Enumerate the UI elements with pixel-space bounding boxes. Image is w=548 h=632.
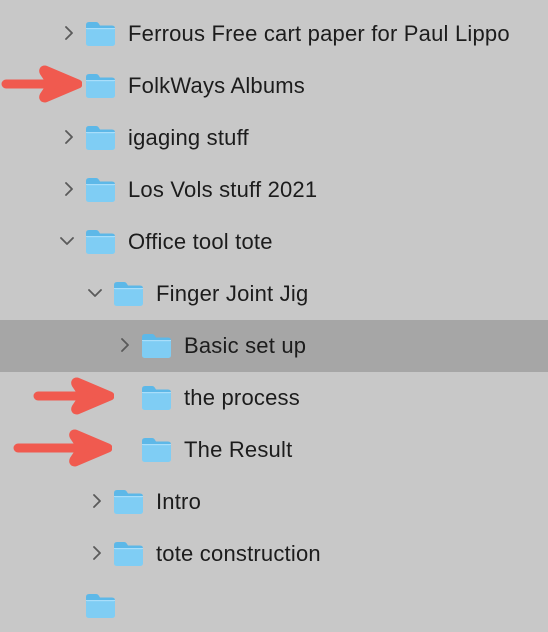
- folder-icon: [113, 489, 144, 515]
- chevron-right-icon[interactable]: [61, 129, 77, 145]
- folder-row-intro[interactable]: Intro: [0, 476, 548, 528]
- chevron-right-icon[interactable]: [61, 181, 77, 197]
- folder-icon: [85, 593, 116, 619]
- annotation-arrow-icon: [32, 374, 114, 418]
- folder-icon: [141, 385, 172, 411]
- folder-label: Basic set up: [184, 333, 307, 358]
- chevron-down-icon[interactable]: [59, 233, 75, 249]
- folder-icon: [113, 281, 144, 307]
- folder-row-los-vols[interactable]: Los Vols stuff 2021: [0, 164, 548, 216]
- annotation-arrow-icon: [12, 426, 112, 470]
- folder-icon: [141, 333, 172, 359]
- folder-row-finger-joint-jig[interactable]: Finger Joint Jig: [0, 268, 548, 320]
- folder-label: FolkWays Albums: [128, 73, 306, 98]
- folder-label: Intro: [156, 489, 202, 514]
- chevron-right-icon[interactable]: [117, 337, 133, 353]
- folder-label: Los Vols stuff 2021: [128, 177, 318, 202]
- folder-label: Finger Joint Jig: [156, 281, 309, 306]
- folder-row-folkways-albums[interactable]: FolkWays Albums: [0, 60, 548, 112]
- folder-label: The Result: [184, 437, 293, 462]
- folder-icon: [85, 125, 116, 151]
- chevron-right-icon[interactable]: [89, 493, 105, 509]
- chevron-right-icon[interactable]: [89, 545, 105, 561]
- folder-row-basic-set-up[interactable]: Basic set up: [0, 320, 548, 372]
- folder-icon: [85, 73, 116, 99]
- chevron-down-icon[interactable]: [87, 285, 103, 301]
- folder-icon: [85, 229, 116, 255]
- folder-icon: [113, 541, 144, 567]
- folder-label: the process: [184, 385, 300, 410]
- folder-row-office-tool-tote[interactable]: Office tool tote: [0, 216, 548, 268]
- folder-label: Ferrous Free cart paper for Paul Lippo: [128, 21, 510, 46]
- folder-label: Office tool tote: [128, 229, 273, 254]
- folder-label: igaging stuff: [128, 125, 249, 150]
- folder-row-igaging-stuff[interactable]: igaging stuff: [0, 112, 548, 164]
- folder-row-ferrous-free[interactable]: Ferrous Free cart paper for Paul Lippo: [0, 8, 548, 60]
- chevron-right-icon[interactable]: [61, 25, 77, 41]
- folder-label: tote construction: [156, 541, 321, 566]
- folder-icon: [85, 177, 116, 203]
- annotation-arrow-icon: [0, 62, 82, 106]
- folder-row-cut-off[interactable]: [0, 580, 548, 632]
- folder-row-tote-construction[interactable]: tote construction: [0, 528, 548, 580]
- finder-folder-list: Ferrous Free cart paper for Paul Lippo F…: [0, 8, 548, 632]
- folder-icon: [141, 437, 172, 463]
- folder-icon: [85, 21, 116, 47]
